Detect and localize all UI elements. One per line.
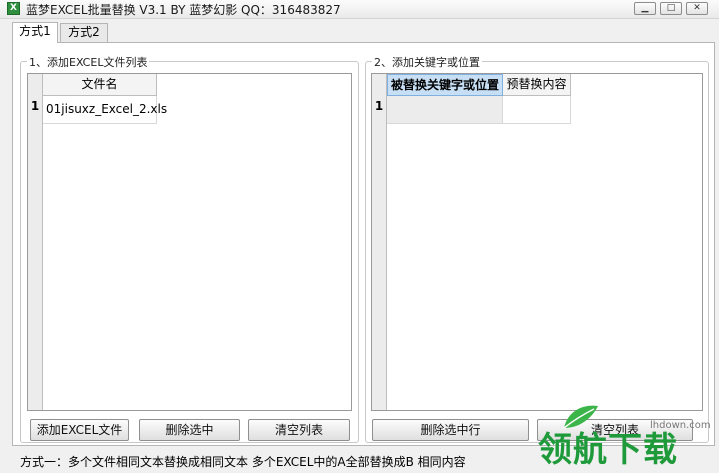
tab-panel: 1、添加EXCEL文件列表 文件名 1 01jisuxz_Excel_2.xls…: [12, 42, 715, 446]
file-cell[interactable]: 01jisuxz_Excel_2.xls: [43, 96, 167, 124]
watermark: lhdown.com 领航下载: [538, 402, 719, 473]
column-header-keyword[interactable]: 被替换关键字或位置: [387, 74, 503, 96]
column-header-replacement[interactable]: 预替换内容: [503, 74, 571, 96]
leaf-icon: [563, 405, 598, 429]
file-list-group: 1、添加EXCEL文件列表 文件名 1 01jisuxz_Excel_2.xls…: [20, 54, 359, 443]
row-number: 1: [30, 99, 40, 113]
excel-app-icon: X: [7, 2, 20, 15]
grid-corner: [28, 74, 43, 97]
minimize-button[interactable]: ▁: [634, 2, 656, 15]
row-header-column: [372, 96, 387, 410]
tab-method-1[interactable]: 方式1: [12, 22, 58, 43]
file-list-group-title: 1、添加EXCEL文件列表: [27, 54, 150, 70]
watermark-text: 领航下载: [538, 430, 678, 470]
clear-list-button[interactable]: 清空列表: [248, 419, 350, 441]
window-title: 蓝梦EXCEL批量替换 V3.1 BY 蓝梦幻影 QQ：316483827: [26, 3, 341, 17]
title-bar: X 蓝梦EXCEL批量替换 V3.1 BY 蓝梦幻影 QQ：316483827 …: [0, 0, 719, 19]
tab-method-2[interactable]: 方式2: [60, 23, 108, 42]
keyword-group: 2、添加关键字或位置 被替换关键字或位置 预替换内容 1 删除选中行 清空列表: [365, 54, 709, 443]
keyword-group-title: 2、添加关键字或位置: [372, 54, 482, 70]
grid-corner: [372, 74, 387, 97]
delete-selected-row-button[interactable]: 删除选中行: [372, 419, 529, 441]
restore-button[interactable]: □: [660, 2, 682, 15]
file-list-grid[interactable]: 文件名 1 01jisuxz_Excel_2.xls: [27, 73, 352, 411]
add-excel-file-button[interactable]: 添加EXCEL文件: [30, 419, 129, 441]
delete-selected-button[interactable]: 删除选中: [139, 419, 240, 441]
row-header-column: [28, 96, 43, 410]
status-text: 方式一：多个文件相同文本替换成相同文本 多个EXCEL中的A全部替换成B 相同内…: [20, 455, 466, 469]
close-button[interactable]: ✕: [686, 2, 708, 15]
keyword-grid[interactable]: 被替换关键字或位置 预替换内容 1: [371, 73, 703, 411]
keyword-cell[interactable]: [387, 96, 503, 124]
replacement-cell[interactable]: [503, 96, 571, 124]
row-number: 1: [374, 99, 384, 113]
column-header-filename[interactable]: 文件名: [43, 74, 157, 96]
